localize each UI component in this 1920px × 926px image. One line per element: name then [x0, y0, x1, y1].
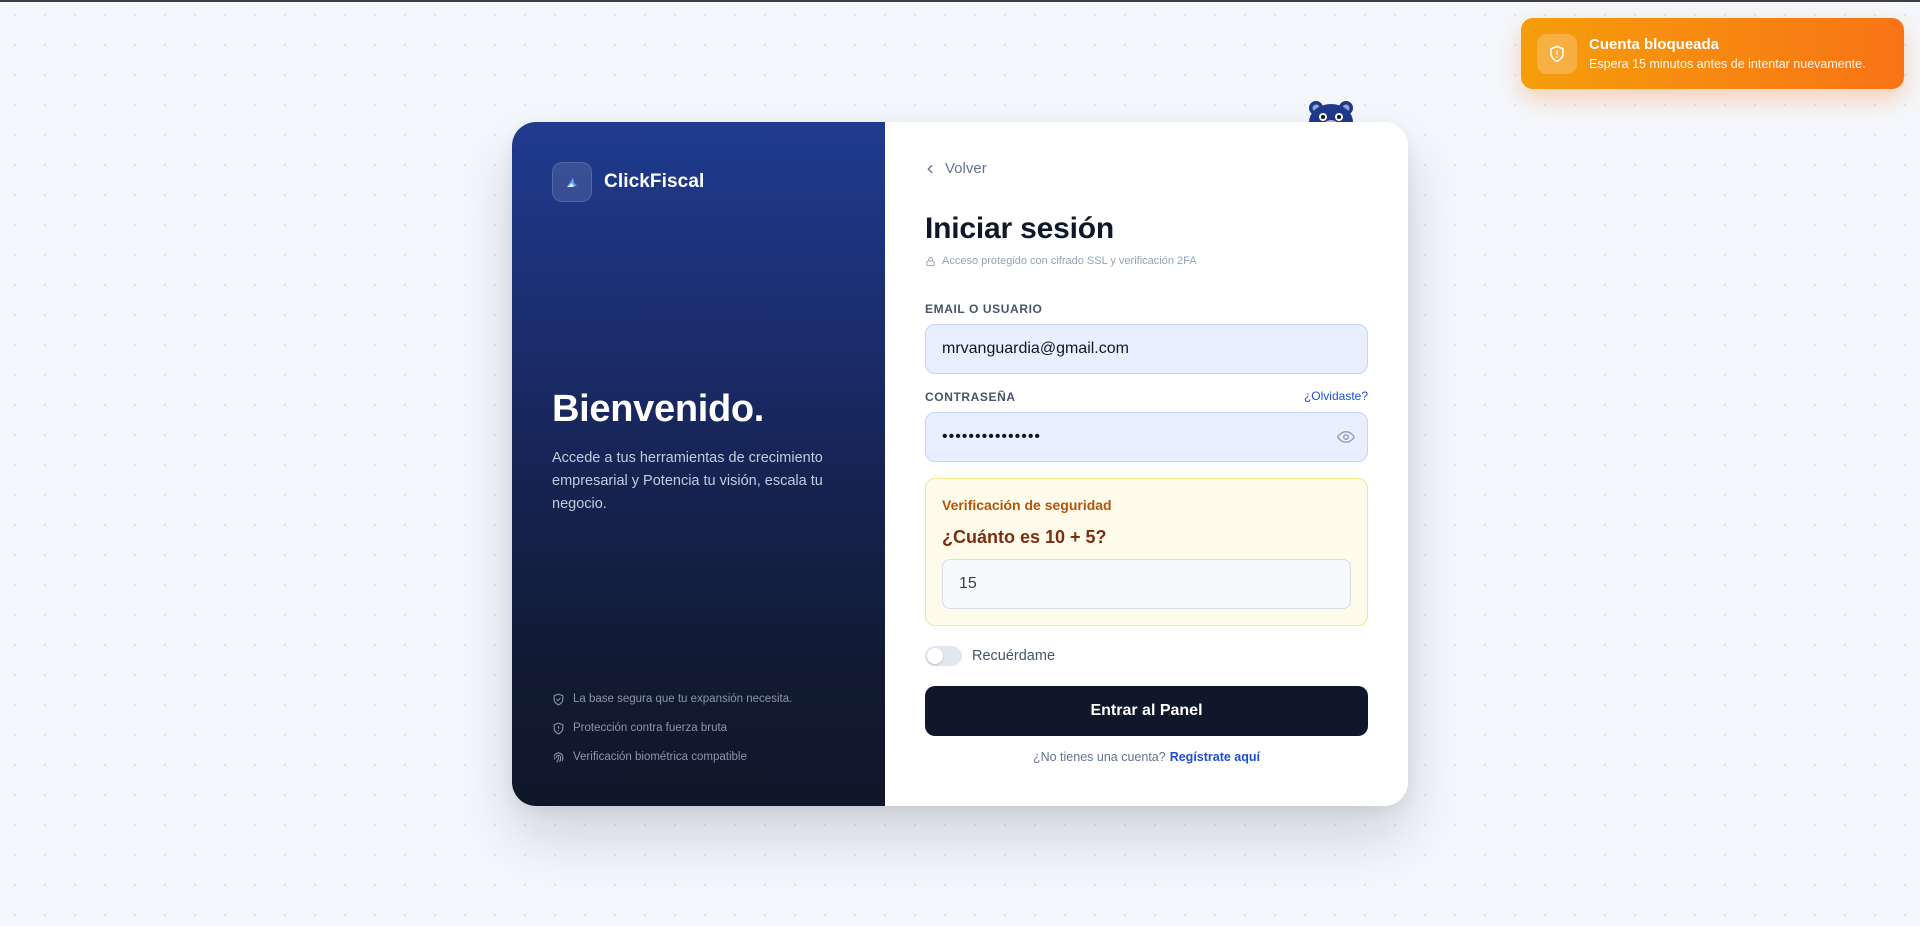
feature-label: Protección contra fuerza bruta: [573, 722, 728, 734]
email-label: EMAIL O USUARIO: [925, 302, 1043, 316]
register-link[interactable]: Regístrate aquí: [1170, 750, 1260, 764]
features-list: La base segura que tu expansión necesita…: [552, 690, 792, 777]
remember-me[interactable]: Recuérdame: [925, 646, 1055, 666]
logo-icon: [552, 162, 592, 202]
welcome-title: Bienvenido.: [552, 388, 765, 430]
password-label: CONTRASEÑA: [925, 390, 1016, 404]
top-border: [0, 0, 1920, 2]
captcha-question: ¿Cuánto es 10 + 5?: [942, 527, 1107, 547]
toast-message: Espera 15 minutos antes de intentar nuev…: [1589, 56, 1866, 71]
feature-label: Verificación biométrica compatible: [573, 751, 747, 763]
chevron-left-icon: [927, 164, 933, 173]
shield-check-icon: [553, 693, 564, 705]
mascot-bear-icon: [1306, 98, 1356, 124]
brand: ClickFiscal: [552, 162, 704, 202]
fingerprint-icon: [553, 752, 564, 762]
register-prompt: ¿No tienes una cuenta? Regístrate aquí: [925, 750, 1368, 764]
security-check-box: Verificación de seguridad ¿Cuánto es 10 …: [925, 478, 1368, 626]
submit-button[interactable]: Entrar al Panel: [925, 686, 1368, 736]
shield-icon: [553, 722, 564, 734]
shield-alert-icon: [1537, 33, 1577, 74]
subtitle-text: Acceso protegido con cifrado SSL y verif…: [942, 255, 1197, 267]
feature-label: La base segura que tu expansión necesita…: [573, 693, 793, 705]
feature-item: Verificación biométrica compatible: [552, 748, 792, 766]
login-form-panel: Volver Iniciar sesión Acceso protegido c…: [885, 122, 1408, 806]
back-label: Volver: [945, 160, 987, 177]
lock-icon: [926, 256, 935, 266]
register-prompt-text: ¿No tienes una cuenta?: [1032, 750, 1166, 764]
captcha-answer-value: 15: [959, 575, 977, 592]
email-value: mrvanguardia@gmail.com: [942, 340, 1129, 357]
brand-panel: ClickFiscal Bienvenido. Accede a tus her…: [512, 122, 885, 806]
toggle-knob: [927, 648, 943, 664]
email-field[interactable]: mrvanguardia@gmail.com: [925, 324, 1368, 374]
captcha-answer-field[interactable]: 15: [942, 559, 1351, 609]
account-locked-toast: Cuenta bloqueada Espera 15 minutos antes…: [1521, 18, 1904, 89]
eye-icon[interactable]: [1337, 428, 1355, 451]
password-value: •••••••••••••••: [942, 428, 1042, 445]
forgot-password-link[interactable]: ¿Olvidaste?: [1304, 389, 1368, 403]
remember-toggle[interactable]: [925, 646, 962, 666]
remember-label: Recuérdame: [972, 648, 1056, 664]
welcome-description: Accede a tus herramientas de crecimiento…: [552, 450, 823, 512]
page-title: Iniciar sesión: [925, 212, 1114, 245]
security-subtitle: Acceso protegido con cifrado SSL y verif…: [925, 255, 1197, 267]
brand-name: ClickFiscal: [604, 171, 705, 192]
toast-title: Cuenta bloqueada: [1589, 35, 1720, 53]
password-field[interactable]: •••••••••••••••: [925, 412, 1368, 462]
captcha-label: Verificación de seguridad: [942, 497, 1112, 513]
login-card: ClickFiscal Bienvenido. Accede a tus her…: [512, 122, 1408, 806]
back-link[interactable]: Volver: [923, 160, 987, 177]
feature-item: La base segura que tu expansión necesita…: [552, 690, 792, 708]
feature-item: Protección contra fuerza bruta: [552, 719, 792, 737]
